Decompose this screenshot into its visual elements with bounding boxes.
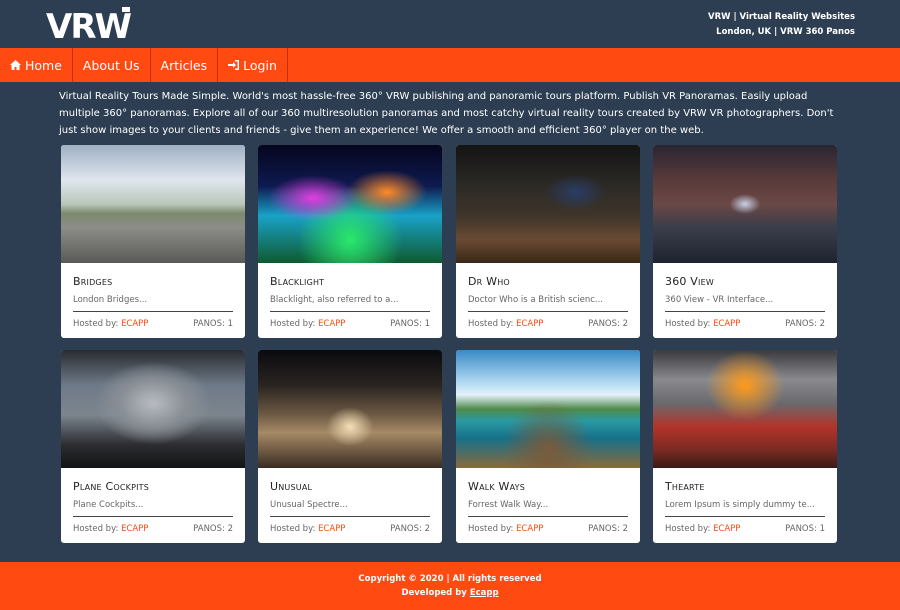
nav-login-label: Login <box>243 57 277 73</box>
card-description: Plane Cockpits... <box>73 500 233 517</box>
card-title[interactable]: Blacklight <box>270 275 430 288</box>
header-info-line1: VRW | Virtual Reality Websites <box>708 12 855 22</box>
pano-card[interactable]: Thearte Lorem Ipsum is simply dummy te..… <box>653 350 837 543</box>
pano-thumbnail[interactable] <box>653 145 837 263</box>
card-title[interactable]: Dr Who <box>468 275 628 288</box>
panos-count: PANOS: 2 <box>390 524 430 534</box>
card-description: Lorem Ipsum is simply dummy te... <box>665 500 825 517</box>
header-info-line2: London, UK | VRW 360 Panos <box>716 27 855 37</box>
host-label: Hosted by: <box>73 319 119 329</box>
host-label: Hosted by: <box>468 524 514 534</box>
panos-count: PANOS: 1 <box>785 524 825 534</box>
host-label: Hosted by: <box>270 524 316 534</box>
pano-card[interactable]: Unusual Unusual Spectre... Hosted by: EC… <box>258 350 442 543</box>
card-description: Unusual Spectre... <box>270 500 430 517</box>
intro-text: Virtual Reality Tours Made Simple. World… <box>59 91 834 136</box>
host-label: Hosted by: <box>270 319 316 329</box>
card-host: Hosted by: ECAPP <box>468 319 543 329</box>
host-link[interactable]: ECAPP <box>318 319 345 329</box>
pano-thumbnail[interactable] <box>456 350 640 468</box>
card-host: Hosted by: ECAPP <box>665 524 740 534</box>
host-label: Hosted by: <box>73 524 119 534</box>
panos-count: PANOS: 2 <box>588 524 628 534</box>
site-footer: Copyright © 2020 | All rights reserved D… <box>0 562 900 610</box>
pano-card[interactable]: 360 View 360 View - VR Interface... Host… <box>653 145 837 338</box>
nav-about-us-label: About Us <box>82 57 140 73</box>
vrw-logo[interactable]: VRW <box>46 6 142 44</box>
footer-developed-label: Developed by <box>401 588 467 598</box>
card-host: Hosted by: ECAPP <box>270 319 345 329</box>
pano-thumbnail[interactable] <box>61 350 245 468</box>
card-title[interactable]: Bridges <box>73 275 233 288</box>
card-description: Doctor Who is a British scienc... <box>468 295 628 312</box>
host-label: Hosted by: <box>665 524 711 534</box>
host-link[interactable]: ECAPP <box>516 319 543 329</box>
panos-count: PANOS: 2 <box>588 319 628 329</box>
card-title[interactable]: Walk Ways <box>468 480 628 493</box>
pano-thumbnail[interactable] <box>258 145 442 263</box>
nav-home[interactable]: Home <box>0 48 73 82</box>
pano-thumbnail[interactable] <box>653 350 837 468</box>
sign-in-icon <box>228 60 240 70</box>
panos-count: PANOS: 1 <box>390 319 430 329</box>
site-header: VRW VRW | Virtual Reality Websites Londo… <box>0 0 900 48</box>
host-link[interactable]: ECAPP <box>713 319 740 329</box>
panos-count: PANOS: 2 <box>785 319 825 329</box>
pano-card[interactable]: Dr Who Doctor Who is a British scienc...… <box>456 145 640 338</box>
card-description: 360 View - VR Interface... <box>665 295 825 312</box>
card-title[interactable]: Unusual <box>270 480 430 493</box>
pano-card[interactable]: Blacklight Blacklight, also referred to … <box>258 145 442 338</box>
host-link[interactable]: ECAPP <box>121 524 148 534</box>
card-host: Hosted by: ECAPP <box>73 319 148 329</box>
nav-login[interactable]: Login <box>218 48 288 82</box>
card-description: London Bridges... <box>73 295 233 312</box>
footer-copyright: Copyright © 2020 | All rights reserved <box>358 574 542 584</box>
nav-articles-label: Articles <box>160 57 208 73</box>
card-host: Hosted by: ECAPP <box>665 319 740 329</box>
host-link[interactable]: ECAPP <box>318 524 345 534</box>
card-host: Hosted by: ECAPP <box>468 524 543 534</box>
host-link[interactable]: ECAPP <box>121 319 148 329</box>
card-host: Hosted by: ECAPP <box>270 524 345 534</box>
nav-about-us[interactable]: About Us <box>73 48 151 82</box>
svg-text:VRW: VRW <box>46 7 131 44</box>
host-label: Hosted by: <box>468 319 514 329</box>
panos-count: PANOS: 2 <box>193 524 233 534</box>
pano-card[interactable]: Walk Ways Forrest Walk Way... Hosted by:… <box>456 350 640 543</box>
card-title[interactable]: Plane Cockpits <box>73 480 233 493</box>
pano-thumbnail[interactable] <box>258 350 442 468</box>
host-link[interactable]: ECAPP <box>516 524 543 534</box>
nav-home-label: Home <box>25 57 62 73</box>
developer-link[interactable]: Ecapp <box>470 588 499 598</box>
host-link[interactable]: ECAPP <box>713 524 740 534</box>
main-nav: Home About Us Articles Login <box>0 48 900 82</box>
footer-developed: Developed by Ecapp <box>0 586 900 600</box>
pano-card[interactable]: Bridges London Bridges... Hosted by: ECA… <box>61 145 245 338</box>
pano-card[interactable]: Plane Cockpits Plane Cockpits... Hosted … <box>61 350 245 543</box>
card-title[interactable]: Thearte <box>665 480 825 493</box>
card-description: Forrest Walk Way... <box>468 500 628 517</box>
card-title[interactable]: 360 View <box>665 275 825 288</box>
panos-count: PANOS: 1 <box>193 319 233 329</box>
header-info: VRW | Virtual Reality Websites London, U… <box>708 10 855 40</box>
home-icon <box>10 60 21 70</box>
pano-thumbnail[interactable] <box>61 145 245 263</box>
host-label: Hosted by: <box>665 319 711 329</box>
pano-thumbnail[interactable] <box>456 145 640 263</box>
card-host: Hosted by: ECAPP <box>73 524 148 534</box>
card-description: Blacklight, also referred to a... <box>270 295 430 312</box>
nav-articles[interactable]: Articles <box>151 48 219 82</box>
